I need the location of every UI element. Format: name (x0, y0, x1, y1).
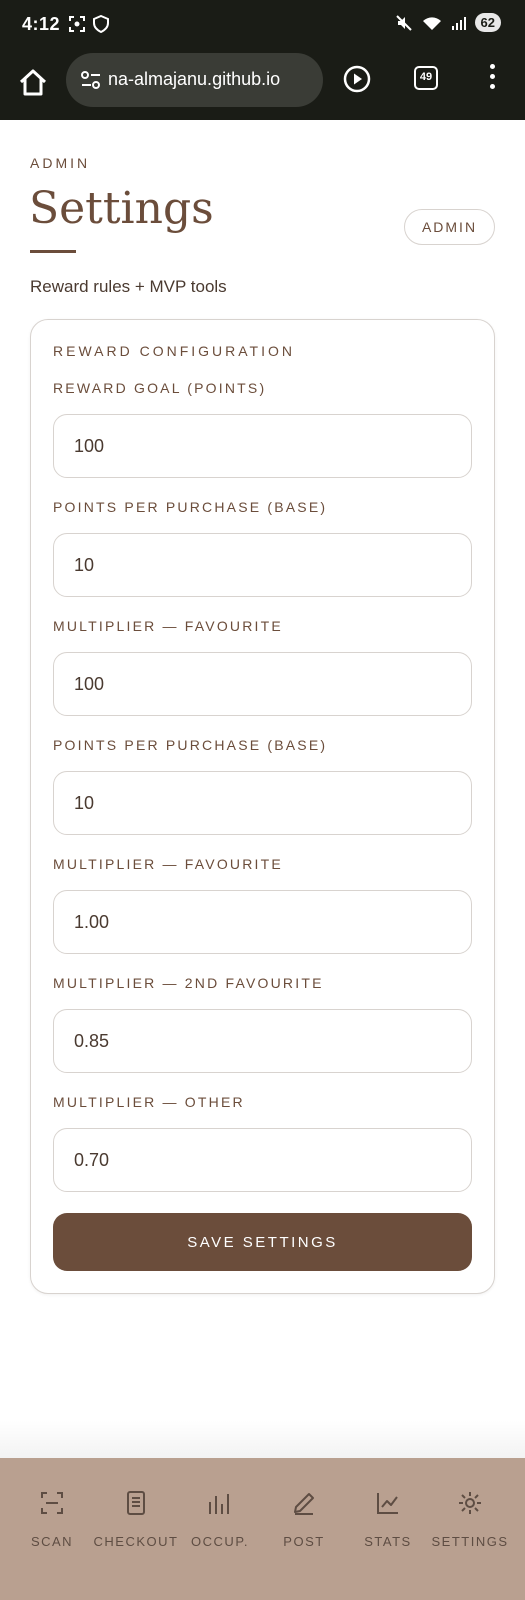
nav-item-settings[interactable]: SETTINGS (426, 1490, 514, 1560)
nav-item-occupancy[interactable]: OCCUP. (176, 1490, 264, 1560)
play-icon[interactable] (343, 65, 371, 93)
pencil-icon (294, 1493, 314, 1515)
signal-icon (451, 16, 466, 30)
nav-item-scan[interactable]: SCAN (8, 1490, 96, 1560)
multiplier-favourite-field-2: MULTIPLIER — FAVOURITE (53, 856, 472, 954)
multiplier-other-field: MULTIPLIER — OTHER (53, 1094, 472, 1192)
nav-item-post[interactable]: POST (260, 1490, 348, 1560)
nav-label: STATS (364, 1534, 412, 1549)
multiplier-2nd-favourite-input[interactable] (53, 1009, 472, 1073)
field-label: POINTS PER PURCHASE (BASE) (53, 499, 328, 515)
page-title: Settings (29, 183, 214, 234)
field-label: MULTIPLIER — OTHER (53, 1094, 245, 1110)
scan-icon (41, 1492, 63, 1514)
page-eyebrow: ADMIN (30, 155, 91, 171)
page-subtitle: Reward rules + MVP tools (30, 277, 227, 296)
save-settings-button[interactable]: SAVE SETTINGS (53, 1213, 472, 1271)
nav-item-checkout[interactable]: CHECKOUT (92, 1490, 180, 1560)
bar-chart-icon (209, 1494, 229, 1514)
nav-label: SCAN (30, 1534, 74, 1549)
tab-switcher-button[interactable]: 49 (414, 66, 438, 90)
reward-goal-field: REWARD GOAL (POINTS) (53, 380, 472, 478)
multiplier-2nd-favourite-field: MULTIPLIER — 2ND FAVOURITE (53, 975, 472, 1073)
status-bar: 4:12 62 (0, 0, 525, 50)
status-time: 4:12 (22, 14, 61, 34)
admin-badge[interactable]: ADMIN (404, 209, 495, 245)
multiplier-favourite-field: MULTIPLIER — FAVOURITE (53, 618, 472, 716)
field-label: REWARD GOAL (POINTS) (53, 380, 267, 396)
nav-label: CHECKOUT (93, 1534, 179, 1549)
field-label: MULTIPLIER — FAVOURITE (53, 856, 283, 872)
reward-configuration-card: REWARD CONFIGURATION REWARD GOAL (POINTS… (30, 319, 495, 1294)
nav-label: OCCUP. (191, 1534, 249, 1549)
screenshot-icon (69, 16, 85, 32)
battery-indicator: 62 (474, 13, 501, 32)
nav-label: POST (283, 1534, 325, 1549)
points-per-purchase-input-2[interactable] (53, 771, 472, 835)
reward-goal-input[interactable] (53, 414, 472, 478)
line-chart-icon (377, 1493, 398, 1514)
card-title: REWARD CONFIGURATION (53, 343, 295, 359)
wifi-icon (422, 16, 441, 30)
gear-icon (459, 1492, 481, 1514)
url-bar[interactable]: na-almajanu.github.io (66, 53, 323, 107)
mute-icon (395, 14, 412, 31)
receipt-icon (127, 1491, 145, 1515)
multiplier-other-input[interactable] (53, 1128, 472, 1192)
multiplier-favourite-input[interactable] (53, 652, 472, 716)
browser-toolbar: na-almajanu.github.io 49 (0, 50, 525, 120)
nav-item-stats[interactable]: STATS (344, 1490, 432, 1560)
nav-label: SETTINGS (431, 1534, 509, 1549)
title-underline (30, 250, 76, 253)
points-per-purchase-input[interactable] (53, 533, 472, 597)
shield-icon (93, 15, 109, 33)
points-per-purchase-field: POINTS PER PURCHASE (BASE) (53, 499, 472, 597)
field-label: POINTS PER PURCHASE (BASE) (53, 737, 328, 753)
field-label: MULTIPLIER — FAVOURITE (53, 618, 283, 634)
points-per-purchase-field-2: POINTS PER PURCHASE (BASE) (53, 737, 472, 835)
more-menu-icon[interactable] (488, 64, 496, 94)
bottom-nav: SCAN CHECKOUT OCCUP. POST STATS SETTINGS (0, 1458, 525, 1600)
home-icon[interactable] (16, 66, 50, 100)
field-label: MULTIPLIER — 2ND FAVOURITE (53, 975, 324, 991)
multiplier-favourite-input-2[interactable] (53, 890, 472, 954)
url-text[interactable]: na-almajanu.github.io (108, 69, 318, 90)
site-settings-icon[interactable] (80, 70, 102, 90)
